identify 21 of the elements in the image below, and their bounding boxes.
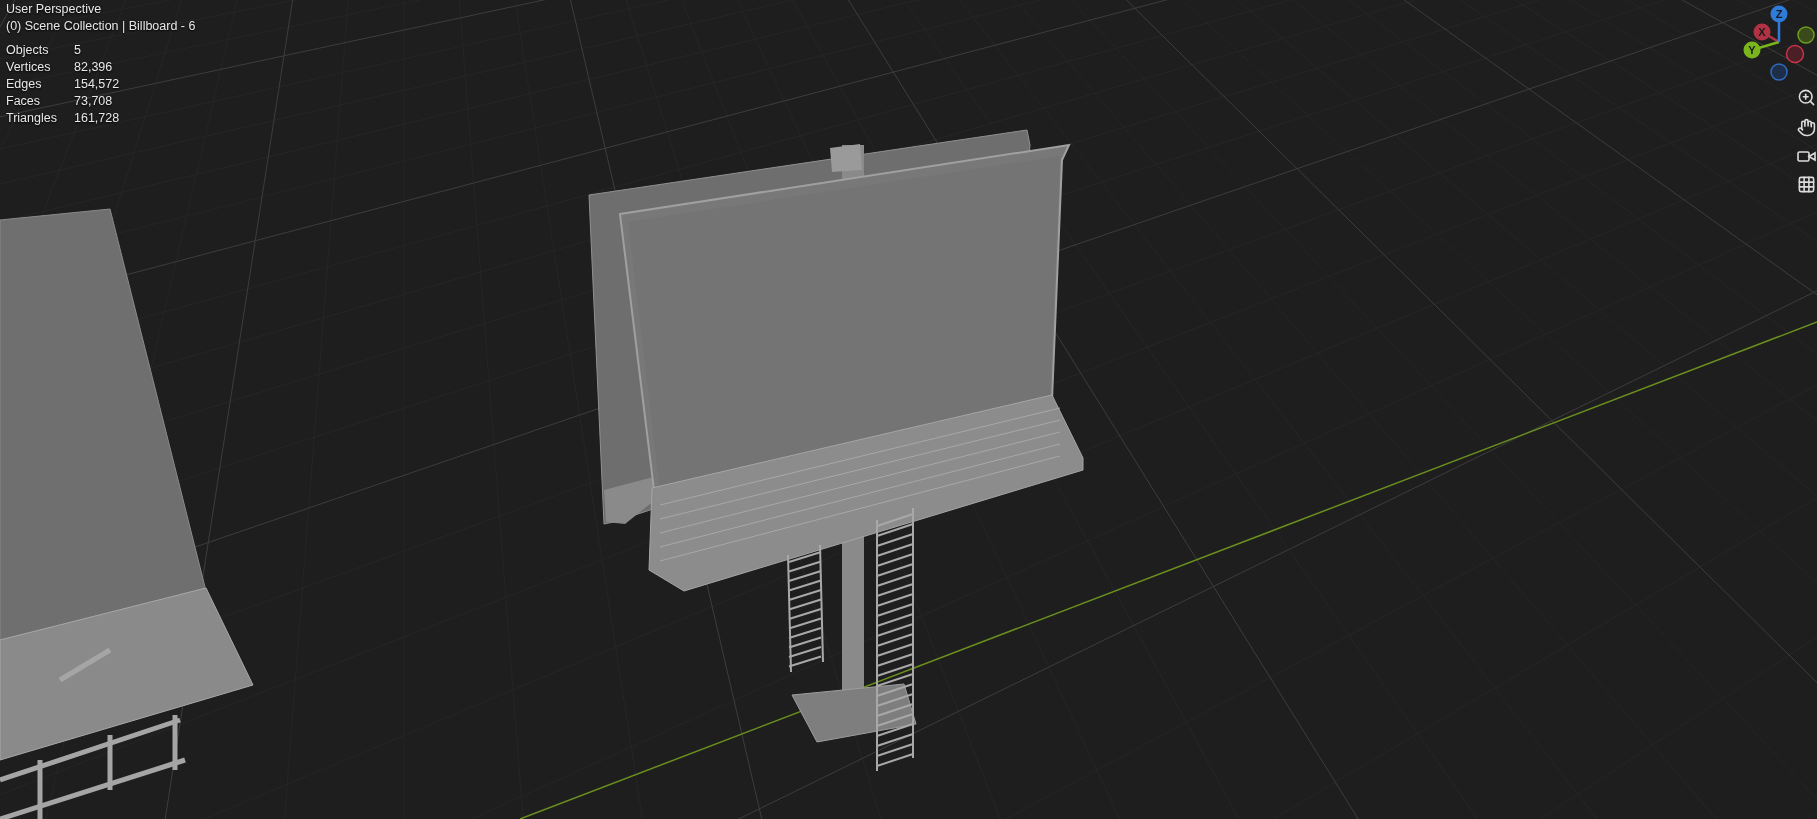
stat-label: Edges bbox=[6, 76, 43, 93]
stat-label: Faces bbox=[6, 93, 42, 110]
stat-value: 154,572 bbox=[74, 76, 121, 93]
axis-handle[interactable]: Y bbox=[1743, 40, 1780, 59]
view-name: User Perspective bbox=[6, 1, 103, 18]
grid-icon[interactable] bbox=[1797, 175, 1816, 194]
stat-value: 5 bbox=[74, 42, 82, 59]
zoom-icon[interactable] bbox=[1797, 88, 1816, 107]
negative-axis-icon[interactable] bbox=[1785, 44, 1805, 64]
stat-label: Triangles bbox=[6, 110, 58, 127]
stat-label: Vertices bbox=[6, 59, 52, 76]
stat-value: 73,708 bbox=[74, 93, 114, 110]
stat-label: Objects bbox=[6, 42, 50, 59]
stat-value: 161,728 bbox=[74, 110, 121, 127]
negative-axis-icon[interactable] bbox=[1797, 26, 1815, 44]
scene-context: (0) Scene Collection | Billboard - 6 bbox=[6, 18, 196, 35]
camera-icon[interactable] bbox=[1797, 148, 1816, 164]
stat-value: 82,396 bbox=[74, 59, 114, 76]
axis-handle[interactable]: Z bbox=[1770, 5, 1788, 42]
negative-axis-icon[interactable] bbox=[1770, 63, 1788, 81]
hand-icon[interactable] bbox=[1797, 118, 1816, 137]
